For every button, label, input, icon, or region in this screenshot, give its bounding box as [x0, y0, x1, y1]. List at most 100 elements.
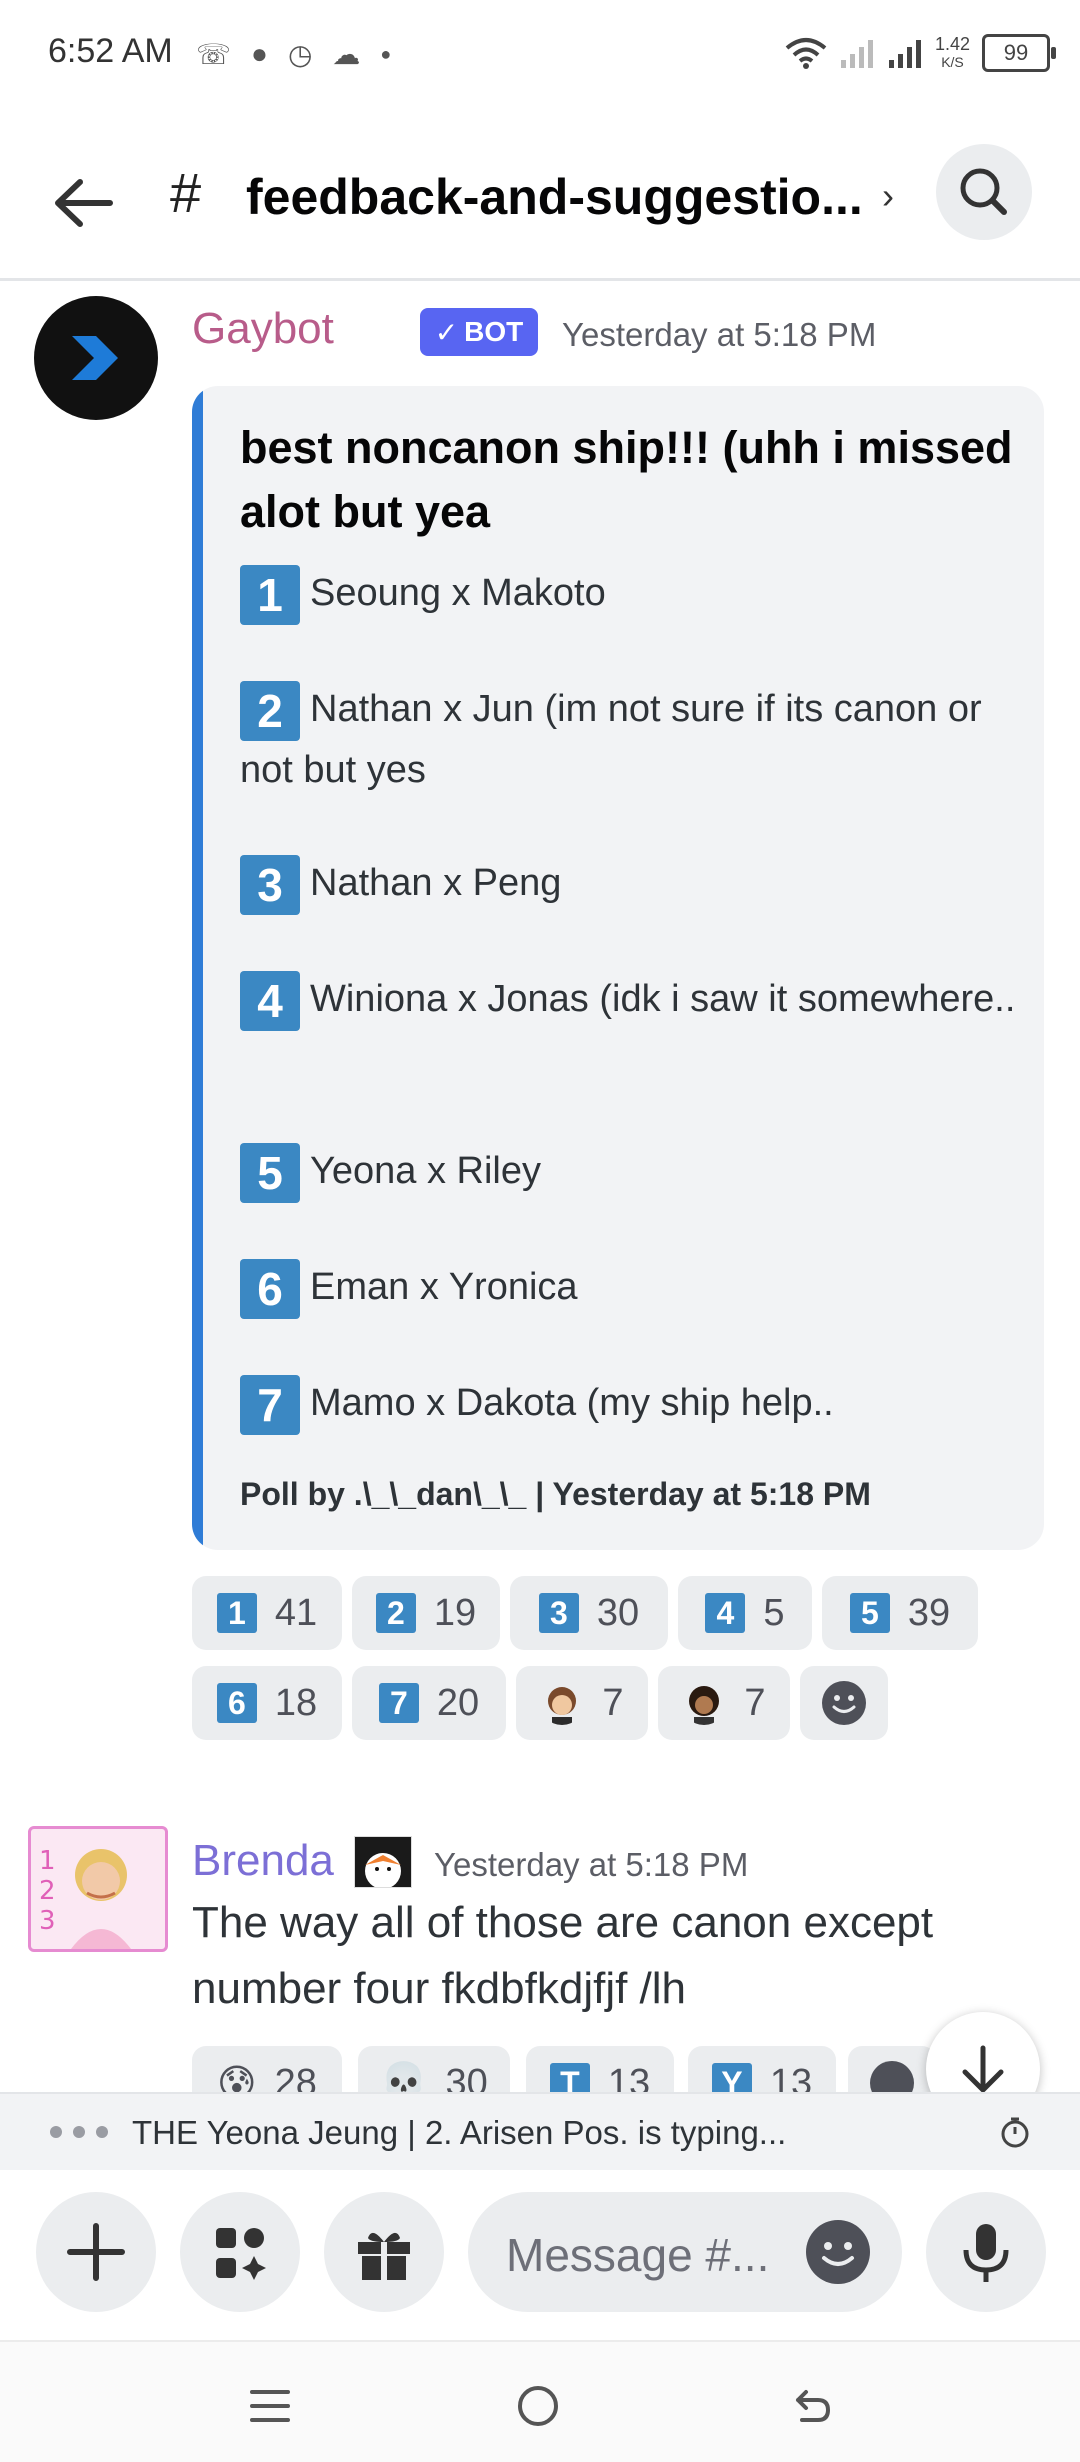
hash-icon: # — [170, 161, 202, 224]
keycap-2-icon: 2 — [240, 680, 300, 741]
reaction-button[interactable]: 4 5 — [678, 1576, 812, 1650]
reaction-button[interactable]: 💀 30 — [358, 2046, 510, 2092]
apps-button[interactable] — [180, 2192, 300, 2312]
keycap-7-icon: 7 — [240, 1374, 300, 1435]
network-speed-unit: K/S — [941, 54, 964, 70]
microphone-icon — [963, 2224, 1009, 2282]
poll-option-text: Nathan x Jun (im not sure if its canon o… — [240, 688, 982, 791]
voice-message-button[interactable] — [926, 2192, 1046, 2312]
reaction-button[interactable]: T 13 — [526, 2046, 674, 2092]
poll-option-text: Mamo x Dakota (my ship help.. — [310, 1382, 834, 1424]
penguin-badge-icon — [355, 1837, 411, 1887]
keycap-1-icon: 1 — [216, 1593, 257, 1633]
reaction-count: 20 — [436, 1681, 480, 1724]
keycap-1-icon: 1 — [240, 564, 300, 625]
message-author[interactable]: Gaybot — [192, 304, 334, 354]
role-badge — [354, 1836, 412, 1888]
smiley-icon — [822, 1681, 866, 1725]
reaction-button[interactable]: 3 30 — [510, 1576, 668, 1650]
embed-accent-bar — [192, 386, 203, 1550]
message-timestamp: Yesterday at 5:18 PM — [434, 1846, 749, 1883]
dot-icon: ● — [380, 43, 392, 64]
add-reaction-button[interactable] — [848, 2046, 936, 2092]
gift-button[interactable] — [324, 2192, 444, 2312]
reaction-count: 5 — [763, 1591, 785, 1634]
reaction-button[interactable]: 7 — [516, 1666, 648, 1740]
channel-name[interactable]: feedback-and-suggestio... — [246, 168, 863, 226]
reaction-count: 19 — [433, 1591, 477, 1634]
system-navigation-bar — [0, 2340, 1080, 2462]
reaction-button[interactable]: 7 — [658, 1666, 790, 1740]
keycap-3-icon: 3 — [538, 1593, 579, 1633]
message-composer: Message #... — [0, 2170, 1080, 2340]
avatar-portrait-icon: 1 2 3 — [39, 1846, 131, 1949]
chevron-logo-icon — [72, 336, 118, 380]
reaction-count: 28 — [274, 2061, 317, 2093]
poll-option: 6 Eman x Yronica — [240, 1258, 1020, 1319]
chevron-right-icon[interactable]: › — [882, 175, 894, 217]
keycap-7-icon: 7 — [378, 1683, 419, 1723]
add-attachment-button[interactable] — [36, 2192, 156, 2312]
embed-title: best noncanon ship!!! (uhh i missed alot… — [240, 422, 1013, 537]
poll-option-text: Nathan x Peng — [310, 862, 562, 904]
reaction-count: 18 — [274, 1681, 318, 1724]
verified-check-icon: ✓ — [434, 316, 459, 348]
reaction-button[interactable]: 5 39 — [822, 1576, 978, 1650]
wifi-icon — [785, 38, 827, 69]
reaction-button[interactable]: 😰 28 — [192, 2046, 342, 2092]
reaction-count: 39 — [907, 1591, 951, 1634]
user-reactions-clip: 😰 28 💀 30 T 13 Y 13 — [0, 2040, 1080, 2092]
anxious-face-icon: 😰 — [217, 2062, 257, 2093]
timer-icon: ◷ — [287, 38, 313, 70]
recent-apps-icon[interactable] — [248, 2386, 292, 2426]
message-input[interactable]: Message #... — [468, 2192, 902, 2312]
poll-option-text: Winiona x Jonas (idk i saw it somewhere.… — [310, 978, 1016, 1020]
add-reaction-button[interactable] — [800, 1666, 888, 1740]
apps-icon — [216, 2228, 266, 2280]
letter-y-icon: Y — [711, 2063, 752, 2092]
search-button[interactable] — [936, 144, 1032, 240]
back-icon[interactable] — [788, 2384, 832, 2428]
reaction-button[interactable]: 1 41 — [192, 1576, 342, 1650]
missed-call-icon: ☏ — [196, 38, 232, 70]
status-bar: 6:52 AM ☏ ● ◷ ☁ ● 1.42 K/S 99 — [0, 0, 1080, 110]
reaction-button[interactable]: Y 13 — [688, 2046, 836, 2092]
home-icon[interactable] — [516, 2384, 560, 2428]
custom-emoji-face-icon — [689, 1686, 720, 1725]
poll-option: 5 Yeona x Riley — [240, 1142, 1020, 1203]
reaction-button[interactable]: 2 19 — [352, 1576, 500, 1650]
reaction-count: 7 — [602, 1681, 624, 1724]
battery-icon: 99 — [982, 34, 1056, 72]
status-system-icons: 1.42 K/S 99 — [785, 30, 1056, 76]
typing-dots-icon — [50, 2126, 108, 2138]
letter-t-icon: T — [549, 2063, 590, 2092]
back-arrow-icon[interactable] — [48, 168, 118, 238]
bot-tag-label: BOT — [464, 316, 524, 347]
keycap-5-icon: 5 — [849, 1593, 890, 1633]
network-speed-value: 1.42 — [934, 34, 970, 54]
bot-avatar[interactable] — [34, 296, 158, 420]
poll-option: 1 Seoung x Makoto — [240, 564, 1020, 625]
reaction-button[interactable]: 7 20 — [352, 1666, 506, 1740]
reaction-count: 13 — [769, 2061, 813, 2093]
reaction-count: 30 — [596, 1591, 640, 1634]
poll-embed: best noncanon ship!!! (uhh i missed alot… — [192, 386, 1044, 1550]
search-icon — [960, 168, 1007, 215]
keycap-5-icon: 5 — [240, 1142, 300, 1203]
reaction-count: 7 — [744, 1681, 766, 1724]
smiley-icon — [870, 2061, 914, 2092]
emoji-picker-icon[interactable] — [804, 2218, 872, 2286]
keycap-3-icon: 3 — [240, 854, 300, 915]
message-author[interactable]: Brenda — [192, 1836, 334, 1886]
keycap-4-icon: 4 — [240, 970, 300, 1031]
reaction-button[interactable]: 6 18 — [192, 1666, 342, 1740]
user-avatar[interactable]: 1 2 3 — [28, 1826, 168, 1952]
reaction-count: 13 — [607, 2061, 651, 2093]
signal-strong-icon — [888, 40, 921, 68]
network-speed: 1.42 K/S — [935, 35, 970, 71]
slowmode-timer-icon — [1001, 2117, 1029, 2148]
keycap-6-icon: 6 — [240, 1258, 300, 1319]
message-input-placeholder: Message #... — [506, 2229, 770, 2281]
svg-text:2: 2 — [39, 1876, 56, 1906]
poll-option-text: Eman x Yronica — [310, 1266, 578, 1308]
